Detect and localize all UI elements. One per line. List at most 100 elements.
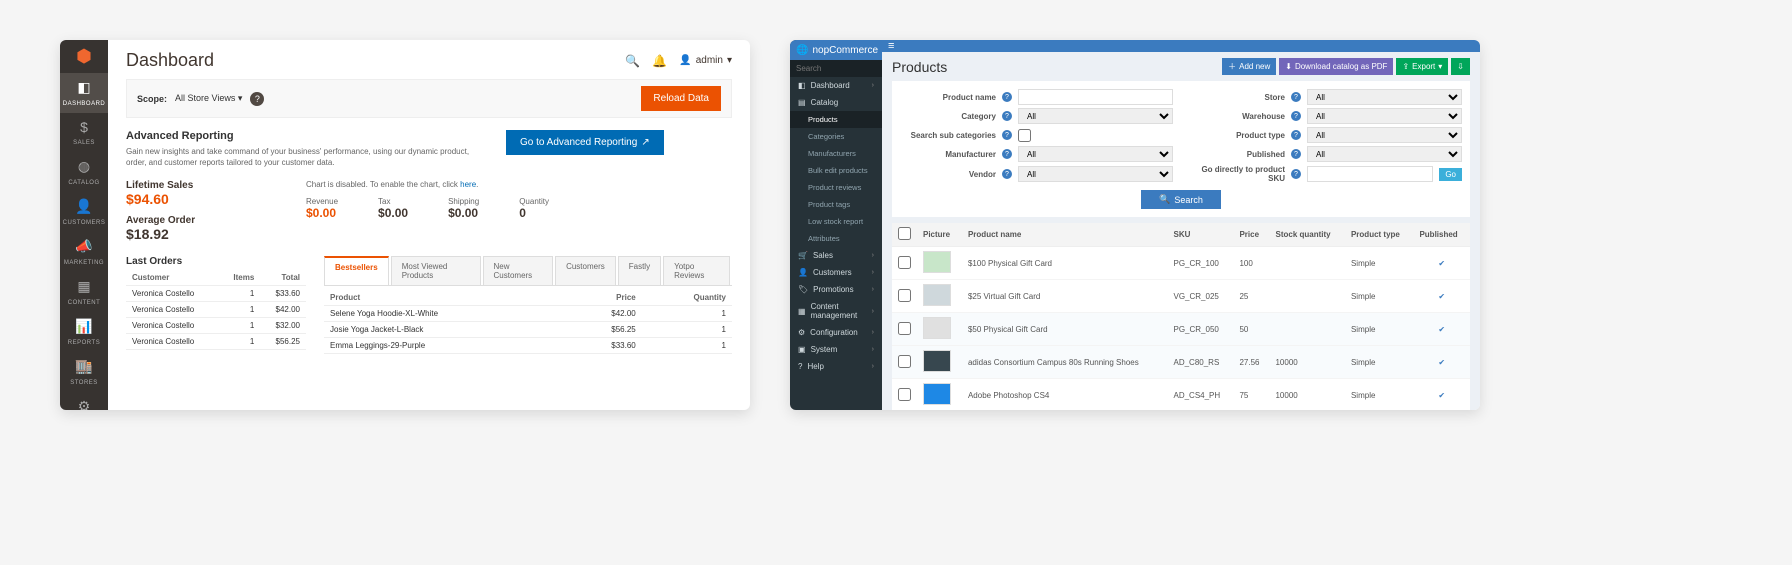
table-row[interactable]: Josie Yoga Jacket-L-Black$56.251 [324,322,732,338]
lifetime-value: $94.60 [126,191,276,207]
download-pdf-button[interactable]: ⬇Download catalog as PDF [1279,58,1393,75]
sidebar-item-customers[interactable]: 👤Customers › [790,264,882,281]
sidebar-item-products[interactable]: Products [790,111,882,128]
table-row[interactable]: adidas Consortium Campus 80s Running Sho… [892,346,1470,379]
filter-published-select[interactable]: All [1307,146,1462,162]
filter-store-select[interactable]: All [1307,89,1462,105]
sidebar-item-system[interactable]: ⚙ SYSTEM [60,392,108,410]
help-icon[interactable]: ? [1291,149,1301,159]
sidebar-search[interactable]: 🔍 [790,60,882,77]
admin-menu[interactable]: 👤 admin ▾ [679,55,732,66]
sidebar-item-product-tags[interactable]: Product tags [790,196,882,213]
sidebar-item-promotions[interactable]: 🏷Promotions › [790,281,882,298]
tab-yotpo-reviews[interactable]: Yotpo Reviews [663,256,730,285]
metric-revenue: Revenue $0.00 [306,197,338,220]
filter-manufacturer-select[interactable]: All [1018,146,1173,162]
filter-warehouse-select[interactable]: All [1307,108,1462,124]
table-row[interactable]: $25 Virtual Gift Card VG_CR_025 25 Simpl… [892,280,1470,313]
sidebar-item-product-reviews[interactable]: Product reviews [790,179,882,196]
table-row[interactable]: Adobe Photoshop CS4 AD_CS4_PH 75 10000 S… [892,379,1470,411]
bell-icon[interactable]: 🔔 [652,54,667,68]
row-checkbox[interactable] [898,289,911,302]
sidebar-item-dashboard[interactable]: ◧ DASHBOARD [60,73,108,113]
sidebar-item-help[interactable]: ?Help › [790,358,882,375]
table-row[interactable]: Veronica Costello1$42.00 [126,302,306,318]
chevron-right-icon: › [872,269,874,276]
help-icon[interactable]: ? [1002,130,1012,140]
sidebar-item-manufacturers[interactable]: Manufacturers [790,145,882,162]
select-all-checkbox[interactable] [898,227,911,240]
menu-toggle-icon[interactable]: ≡ [888,40,894,52]
promotions-icon: 🏷 [798,285,808,294]
search-icon: 🔍 [1159,194,1170,205]
sidebar-item-configuration[interactable]: ⚙Configuration › [790,324,882,341]
nop-brand: 🌐 nopCommerce [790,40,882,60]
help-icon[interactable]: ? [1002,149,1012,159]
tab-bestsellers[interactable]: Bestsellers [324,256,389,285]
help-icon[interactable]: ? [1291,169,1301,179]
sidebar-item-bulk-edit-products[interactable]: Bulk edit products [790,162,882,179]
row-checkbox[interactable] [898,355,911,368]
sidebar-item-marketing[interactable]: 📣 MARKETING [60,232,108,272]
adv-reporting-desc: Gain new insights and take command of yo… [126,146,486,168]
stores-icon: 🏬 [60,358,108,375]
enable-chart-link[interactable]: here [460,180,476,189]
help-icon[interactable]: ? [1002,169,1012,179]
sidebar-item-content-management[interactable]: ▦Content management › [790,298,882,324]
filter-vendor-select[interactable]: All [1018,166,1173,182]
reports-icon: 📊 [60,318,108,335]
help-icon[interactable]: ? [1291,130,1301,140]
filter-search-sub-categories-checkbox[interactable] [1018,129,1031,142]
filter-product-name-input[interactable] [1018,89,1173,105]
sidebar-item-customers[interactable]: 👤 CUSTOMERS [60,192,108,232]
search-button[interactable]: 🔍Search [1141,190,1221,209]
help-icon[interactable]: ? [1291,111,1301,121]
tab-customers[interactable]: Customers [555,256,616,285]
table-row[interactable]: Selene Yoga Hoodie-XL-White$42.001 [324,306,732,322]
search-icon[interactable]: 🔍 [625,54,640,68]
help-icon[interactable]: ? [1002,92,1012,102]
chevron-right-icon: › [872,329,874,336]
catalog-icon: ▤ [798,98,806,107]
table-row[interactable]: Veronica Costello1$56.25 [126,334,306,350]
table-row[interactable]: $50 Physical Gift Card PG_CR_050 50 Simp… [892,313,1470,346]
help-icon[interactable]: ? [1291,92,1301,102]
table-row[interactable]: $100 Physical Gift Card PG_CR_100 100 Si… [892,247,1470,280]
help-icon[interactable]: ? [1002,111,1012,121]
sidebar-item-dashboard[interactable]: ◧Dashboard › [790,77,882,94]
sidebar-item-reports[interactable]: 📊 REPORTS [60,312,108,352]
sidebar-item-sales[interactable]: $ SALES [60,113,108,152]
table-row[interactable]: Veronica Costello1$33.60 [126,286,306,302]
row-checkbox[interactable] [898,322,911,335]
sidebar-item-categories[interactable]: Categories [790,128,882,145]
sku-input[interactable] [1307,166,1433,182]
filter-product-type-select[interactable]: All [1307,127,1462,143]
filter-category-select[interactable]: All [1018,108,1173,124]
import-button[interactable]: ⇩ [1451,58,1470,75]
sidebar-item-catalog[interactable]: ◍ CATALOG [60,152,108,192]
content-icon: ▦ [60,278,108,295]
adv-reporting-button[interactable]: Go to Advanced Reporting↗ [506,130,664,155]
row-checkbox[interactable] [898,256,911,269]
sidebar-item-catalog[interactable]: ▤Catalog [790,94,882,111]
reload-button[interactable]: Reload Data [641,86,721,111]
sidebar-item-content[interactable]: ▦ CONTENT [60,272,108,312]
sidebar-item-system[interactable]: ▣System › [790,341,882,358]
table-row[interactable]: Emma Leggings-29-Purple$33.601 [324,338,732,354]
sidebar-item-low-stock-report[interactable]: Low stock report [790,213,882,230]
go-button[interactable]: Go [1439,168,1462,181]
tab-new-customers[interactable]: New Customers [483,256,554,285]
tab-most-viewed-products[interactable]: Most Viewed Products [391,256,481,285]
tab-fastly[interactable]: Fastly [618,256,661,285]
table-row[interactable]: Veronica Costello1$32.00 [126,318,306,334]
nop-sidebar: 🌐 nopCommerce 🔍 ◧Dashboard › ▤Catalog Pr… [790,40,882,410]
row-checkbox[interactable] [898,388,911,401]
add-new-button[interactable]: ＋Add new [1222,58,1276,75]
sidebar-item-stores[interactable]: 🏬 STORES [60,352,108,392]
sidebar-item-sales[interactable]: 🛒Sales › [790,247,882,264]
scope-select[interactable]: All Store Views ▾ [175,93,242,104]
export-button[interactable]: ⇪Export ▾ [1396,58,1448,75]
chevron-down-icon: ▾ [727,55,732,66]
help-icon[interactable]: ? [250,92,264,106]
sidebar-item-attributes[interactable]: Attributes [790,230,882,247]
